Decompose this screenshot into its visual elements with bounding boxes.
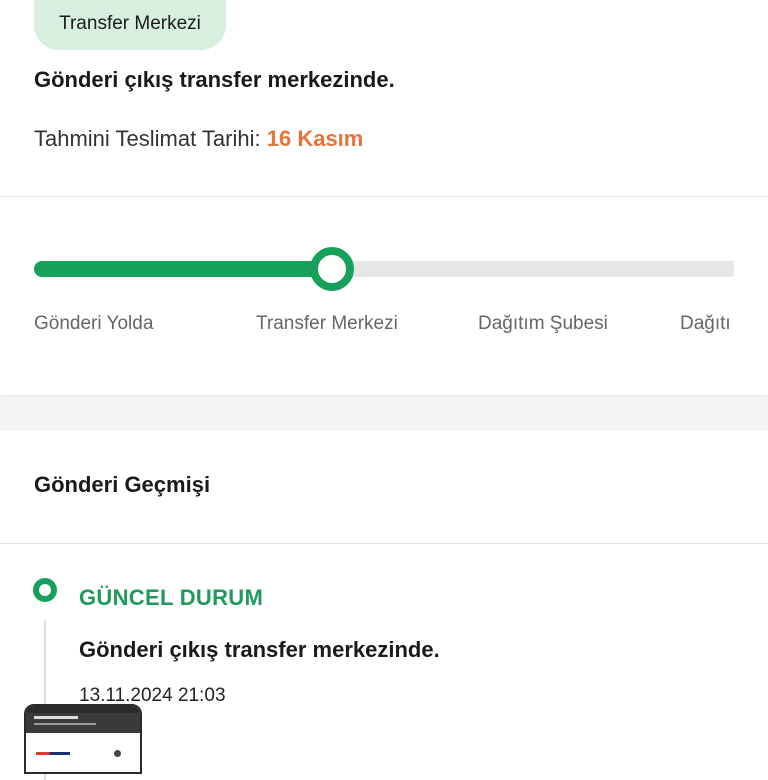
- status-badge-label: Transfer Merkezi: [59, 13, 201, 34]
- thumbnail-status-bar: [26, 706, 140, 713]
- history-title: Gönderi Geçmişi: [34, 472, 211, 497]
- estimated-delivery-date: 16 Kasım: [266, 126, 364, 151]
- timeline-dot-icon: [33, 578, 57, 602]
- step-label-shipment-on-way: Gönderi Yolda: [34, 313, 154, 334]
- estimated-delivery: Tahmini Teslimat Tarihi: 16 Kasım: [34, 126, 363, 152]
- thumbnail-globe-icon: [114, 750, 121, 757]
- shipment-status-section: Transfer Merkezi Gönderi çıkış transfer …: [0, 0, 768, 196]
- status-message: Gönderi çıkış transfer merkezinde.: [34, 67, 395, 92]
- section-separator: [0, 395, 768, 431]
- estimated-delivery-label: Tahmini Teslimat Tarihi:: [34, 126, 261, 151]
- thumbnail-browser-bar: [26, 713, 140, 733]
- event-description: Gönderi çıkış transfer merkezinde.: [79, 637, 440, 662]
- step-label-distribution-branch: Dağıtım Şubesi: [478, 313, 608, 334]
- history-header: Gönderi Geçmişi: [0, 431, 768, 543]
- progress-tracker: Gönderi Yolda Transfer Merkezi Dağıtım Ş…: [0, 197, 768, 395]
- progress-current-marker: [310, 247, 354, 291]
- step-label-transfer-center: Transfer Merkezi: [256, 313, 398, 334]
- status-badge: Transfer Merkezi: [34, 0, 226, 50]
- progress-fill: [34, 261, 332, 277]
- event-status: GÜNCEL DURUM: [79, 585, 264, 610]
- step-label-delivery: Dağıtı: [680, 313, 731, 334]
- screenshot-thumbnail[interactable]: [24, 704, 142, 774]
- thumbnail-logo: [36, 752, 70, 755]
